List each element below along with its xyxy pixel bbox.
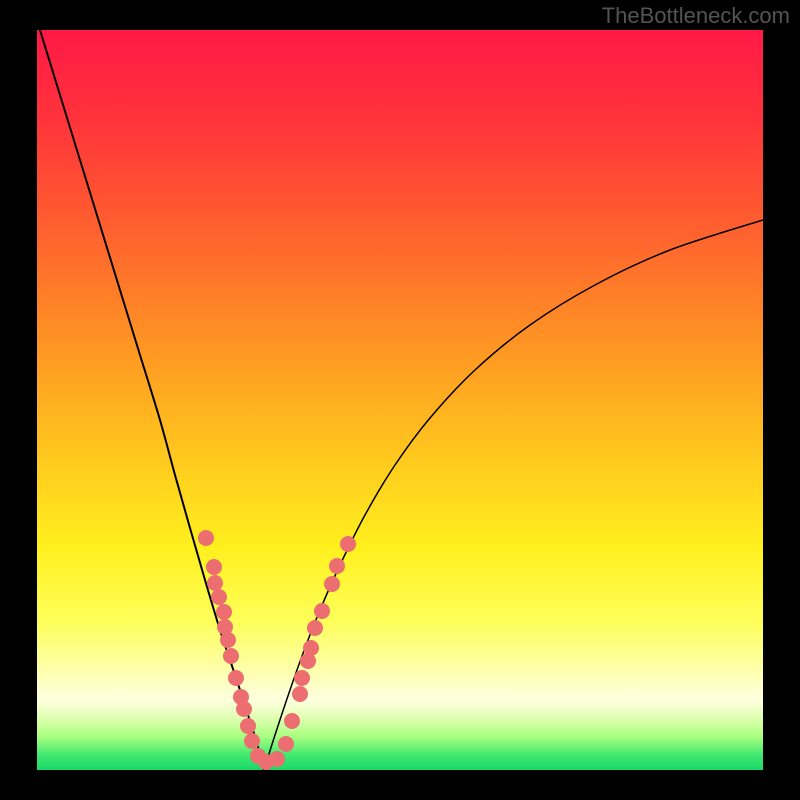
scatter-dot — [216, 604, 232, 620]
plot-background — [37, 30, 763, 770]
scatter-dot — [324, 576, 340, 592]
scatter-dot — [211, 589, 227, 605]
scatter-dot — [340, 536, 356, 552]
scatter-dot — [292, 686, 308, 702]
chart-svg — [37, 30, 763, 770]
scatter-dot — [269, 751, 285, 767]
scatter-dot — [223, 648, 239, 664]
scatter-dot — [329, 558, 345, 574]
scatter-dot — [207, 575, 223, 591]
plot-area — [37, 30, 763, 770]
scatter-dot — [240, 718, 256, 734]
scatter-dot — [314, 603, 330, 619]
scatter-dot — [303, 640, 319, 656]
scatter-dot — [244, 733, 260, 749]
scatter-dot — [284, 713, 300, 729]
scatter-dot — [307, 620, 323, 636]
scatter-dot — [206, 559, 222, 575]
scatter-dot — [294, 670, 310, 686]
scatter-dot — [198, 530, 214, 546]
scatter-dot — [220, 632, 236, 648]
scatter-dot — [236, 701, 252, 717]
scatter-dot — [278, 736, 294, 752]
scatter-dot — [228, 670, 244, 686]
watermark-text: TheBottleneck.com — [602, 3, 790, 29]
chart-frame: TheBottleneck.com — [0, 0, 800, 800]
